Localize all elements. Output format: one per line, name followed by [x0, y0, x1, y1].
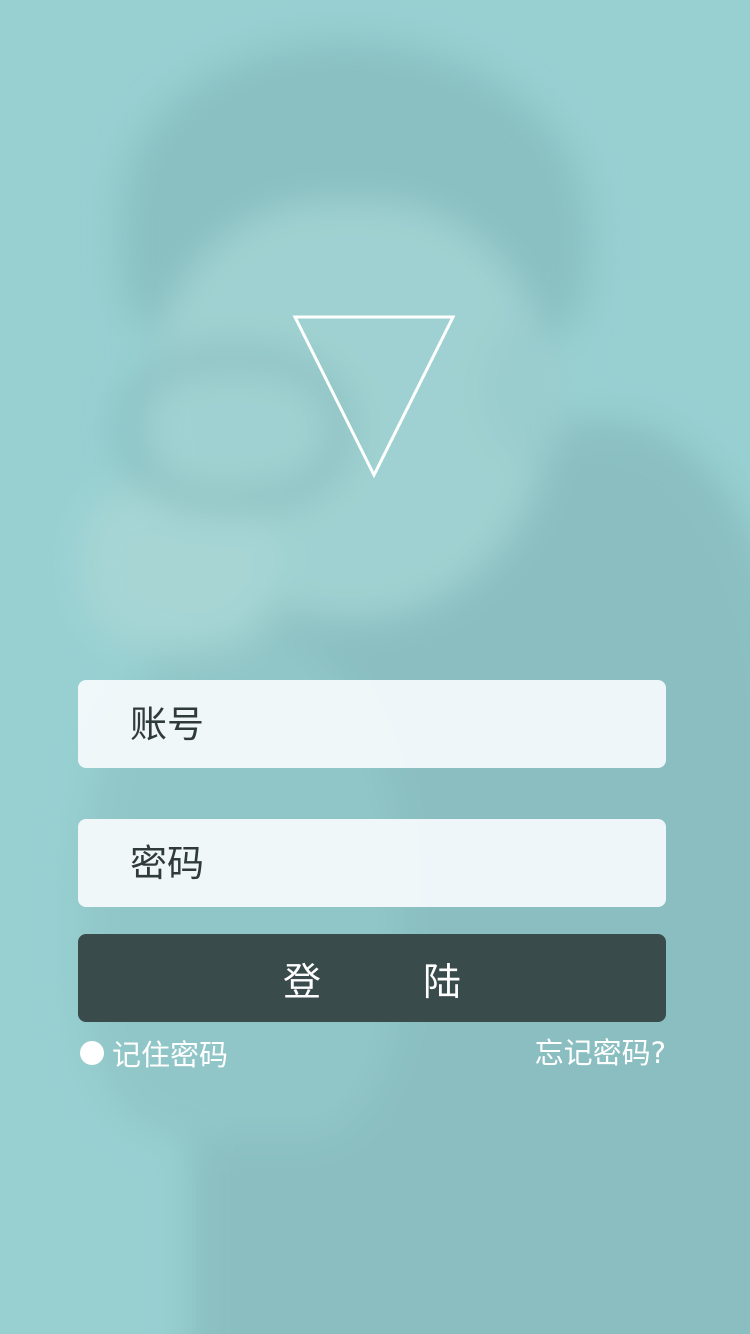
login-button[interactable]: 登陆 [78, 934, 666, 1022]
remember-password-toggle[interactable]: 记住密码 [78, 1034, 228, 1072]
account-input[interactable] [130, 702, 666, 746]
portrait-ear [480, 320, 570, 460]
password-field[interactable] [78, 819, 666, 907]
background-portrait [0, 0, 750, 1334]
radio-dot-icon[interactable] [80, 1041, 104, 1065]
password-input[interactable] [130, 841, 666, 885]
forgot-password-link[interactable]: 忘记密码? [535, 1034, 666, 1072]
account-field[interactable] [78, 680, 666, 768]
remember-password-label: 记住密码 [112, 1038, 229, 1072]
triangle-logo-icon [292, 315, 456, 478]
login-screen: 登陆 记住密码 忘记密码? [0, 0, 750, 1334]
